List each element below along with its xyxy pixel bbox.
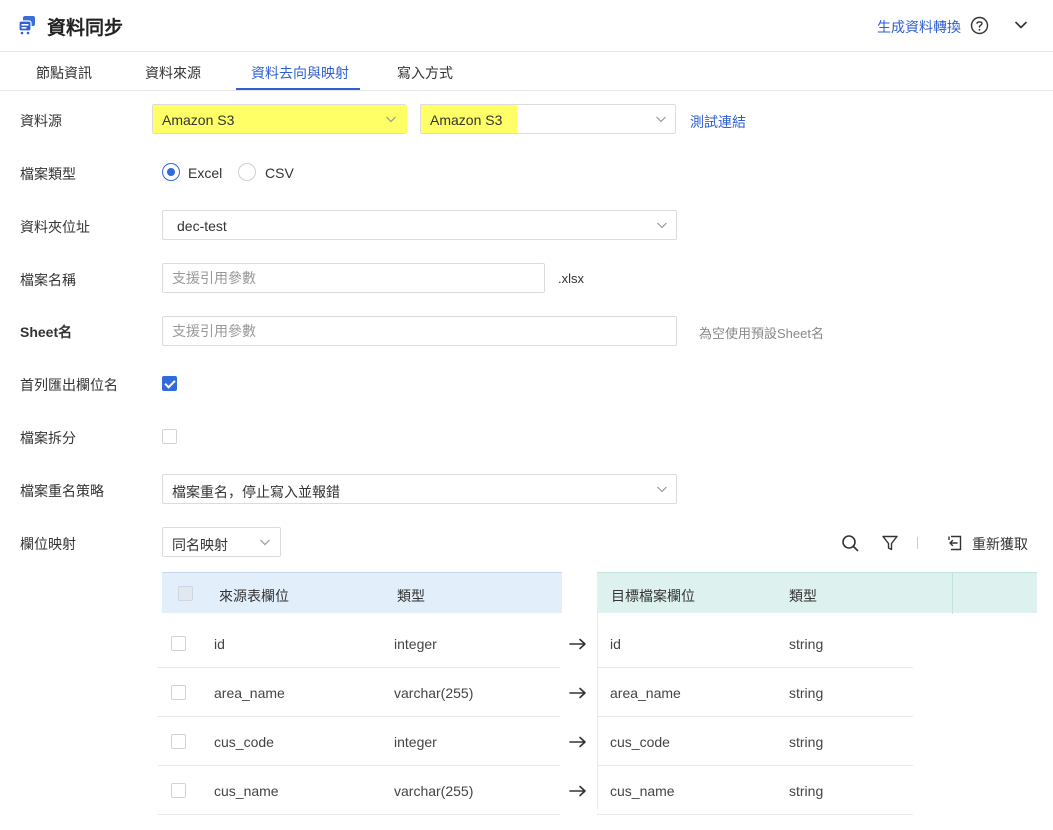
datasource-label: 資料源 xyxy=(20,113,62,129)
sheet-name-field[interactable] xyxy=(162,316,677,346)
select-all-checkbox[interactable] xyxy=(178,586,193,601)
first-row-header-checkbox[interactable] xyxy=(162,376,177,391)
help-icon[interactable] xyxy=(970,16,989,35)
row-divider xyxy=(597,716,913,717)
radio-csv-label[interactable]: CSV xyxy=(265,165,294,181)
source-table-header: 來源表欄位 類型 xyxy=(162,572,562,613)
source-field-cell: cus_code xyxy=(214,734,274,750)
sheet-label: Sheet名 xyxy=(20,324,73,340)
column-divider xyxy=(597,613,598,662)
row-checkbox[interactable] xyxy=(171,685,186,700)
row-divider xyxy=(158,667,560,668)
sheet-hint: 為空使用預設Sheet名 xyxy=(699,326,824,341)
chevron-down-icon xyxy=(657,222,667,229)
tab-bar: 節點資訊 資料來源 資料去向與映射 寫入方式 xyxy=(0,52,1053,91)
test-connection-link[interactable]: 測試連結 xyxy=(690,112,746,132)
file-type-label: 檔案類型 xyxy=(20,166,76,182)
tab-destination-mapping[interactable]: 資料去向與映射 xyxy=(251,63,349,83)
source-field-cell: area_name xyxy=(214,685,285,701)
target-table-header: 目標檔案欄位 類型 xyxy=(597,572,1037,614)
filter-icon[interactable] xyxy=(881,534,899,552)
chevron-down-icon xyxy=(657,486,667,493)
chevron-down-icon xyxy=(386,116,396,123)
file-name-input[interactable] xyxy=(163,264,544,292)
target-field-cell: cus_code xyxy=(610,734,670,750)
target-type-cell: string xyxy=(789,636,824,652)
target-type-cell: string xyxy=(789,783,824,799)
arrow-right-icon xyxy=(569,736,586,748)
file-split-checkbox[interactable] xyxy=(162,429,177,444)
column-divider xyxy=(597,711,598,760)
page-title: 資料同步 xyxy=(47,18,124,39)
source-field-cell: id xyxy=(214,636,225,652)
mapping-mode-value: 同名映射 xyxy=(172,537,228,553)
source-type-cell: integer xyxy=(394,636,437,652)
chevron-down-icon[interactable] xyxy=(1013,17,1029,33)
generate-transform-link[interactable]: 生成資料轉換 xyxy=(877,17,961,37)
header-divider xyxy=(952,573,953,614)
file-name-label: 檔案名稱 xyxy=(20,272,76,288)
target-type-cell: string xyxy=(789,685,824,701)
target-field-cell: id xyxy=(610,636,621,652)
source-field-header: 來源表欄位 xyxy=(219,588,289,604)
file-split-label: 檔案拆分 xyxy=(20,430,76,446)
page-header: 資料同步 生成資料轉換 xyxy=(0,0,1053,52)
radio-csv[interactable] xyxy=(238,163,256,181)
file-name-field[interactable] xyxy=(162,263,545,293)
first-row-header-label: 首列匯出欄位名 xyxy=(20,377,118,393)
source-field-cell: cus_name xyxy=(214,783,279,799)
rename-policy-select[interactable]: 檔案重名，停止寫入並報錯 xyxy=(162,474,677,504)
row-checkbox[interactable] xyxy=(171,636,186,651)
row-divider xyxy=(158,814,560,815)
search-icon[interactable] xyxy=(841,534,859,552)
folder-label: 資料夾位址 xyxy=(20,219,90,235)
source-type-cell: integer xyxy=(394,734,437,750)
datasource-connection-select[interactable]: Amazon S3 xyxy=(420,104,676,134)
arrow-right-icon xyxy=(569,785,586,797)
target-type-cell: string xyxy=(789,734,824,750)
mapping-mode-select[interactable]: 同名映射 xyxy=(162,527,281,557)
rename-policy-label: 檔案重名策略 xyxy=(20,483,104,499)
tab-node-info[interactable]: 節點資訊 xyxy=(36,63,92,83)
folder-select[interactable]: dec-test xyxy=(162,210,677,240)
row-divider xyxy=(158,765,560,766)
target-field-cell: area_name xyxy=(610,685,681,701)
file-suffix: .xlsx xyxy=(558,271,584,286)
target-field-header: 目標檔案欄位 xyxy=(611,588,695,604)
radio-excel-label[interactable]: Excel xyxy=(188,165,222,181)
datasource-connection-value: Amazon S3 xyxy=(430,112,503,128)
arrow-right-icon xyxy=(569,638,586,650)
row-checkbox[interactable] xyxy=(171,783,186,798)
chevron-down-icon xyxy=(260,539,270,546)
target-field-cell: cus_name xyxy=(610,783,675,799)
tab-data-source[interactable]: 資料來源 xyxy=(145,63,201,83)
toolbar-divider xyxy=(917,537,918,549)
tab-write-mode[interactable]: 寫入方式 xyxy=(397,63,453,83)
column-divider xyxy=(597,662,598,711)
row-divider xyxy=(597,765,913,766)
rename-policy-value: 檔案重名，停止寫入並報錯 xyxy=(172,484,340,500)
folder-value: dec-test xyxy=(177,218,227,234)
row-divider xyxy=(597,814,913,815)
source-type-cell: varchar(255) xyxy=(394,783,474,799)
refetch-icon xyxy=(948,535,962,551)
sync-icon xyxy=(18,16,35,35)
source-type-cell: varchar(255) xyxy=(394,685,474,701)
row-divider xyxy=(158,716,560,717)
chevron-down-icon xyxy=(656,116,666,123)
refetch-label: 重新獲取 xyxy=(972,536,1028,552)
source-type-header: 類型 xyxy=(397,588,425,604)
row-divider xyxy=(597,667,913,668)
arrow-right-icon xyxy=(569,687,586,699)
target-type-header: 類型 xyxy=(789,588,817,604)
row-checkbox[interactable] xyxy=(171,734,186,749)
mapping-label: 欄位映射 xyxy=(20,536,76,552)
datasource-type-value: Amazon S3 xyxy=(162,112,235,128)
sheet-name-input[interactable] xyxy=(163,317,676,345)
radio-excel[interactable] xyxy=(162,163,180,181)
column-divider xyxy=(597,760,598,809)
active-tab-indicator xyxy=(236,88,360,90)
datasource-type-select[interactable]: Amazon S3 xyxy=(152,104,407,134)
